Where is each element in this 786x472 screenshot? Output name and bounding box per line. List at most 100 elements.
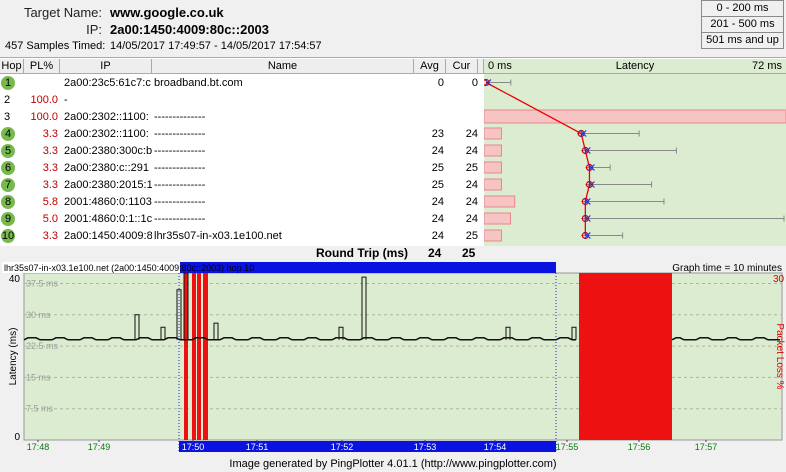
cur-cell: 24 [465,179,478,191]
table-row[interactable]: 2 100.0- [0,92,484,109]
packet-loss-cell: 3.3 [42,162,58,174]
footer: Image generated by PingPlotter 4.01.1 (h… [229,458,557,470]
latency-plot-svg [482,78,786,242]
loss-marker [203,273,208,440]
cur-cell: 25 [465,230,478,242]
col-pl[interactable]: PL% [24,59,60,74]
ip-cell: 2001:4860:0:1::1c [64,213,152,225]
avg-cell: 24 [431,196,444,208]
table-row[interactable]: 7 3.3 2a00:2380:2015:1 -------------- 25 24 [0,177,484,194]
cur-cell: 25 [465,162,478,174]
avg-cell: 0 [437,77,444,89]
packet-loss-cell: 3.3 [42,179,58,191]
packet-loss-cell: 3.3 [42,128,58,140]
loss-bar [483,212,511,225]
hop-number: 4 [1,127,15,141]
legend-label: 501 ms and up [706,34,779,46]
graph-time-label: Graph time = 10 minutes [672,263,782,274]
target-label: Target Name: [23,5,102,20]
table-row[interactable]: 9 5.0 2001:4860:0:1::1c -------------- 24 24 [0,211,484,228]
table-row[interactable]: 6 3.3 2a00:2380:c::291 -------------- 25 25 [0,160,484,177]
table-row[interactable]: 10 3.3 2a00:1450:4009:8 lhr35s07-in-x03.1e1… [0,228,484,245]
name-cell: -------------- [154,179,206,191]
name-cell: -------------- [154,196,206,208]
hop-number: 1 [1,76,15,90]
y-axis-label: Latency (ms) [8,328,19,386]
x-tick-label: 17:57 [695,442,718,452]
y2-axis-max: 30 [773,274,785,285]
cur-cell: 24 [465,128,478,140]
packet-loss-cell: 3.3 [42,230,58,242]
round-trip-row: Round Trip (ms) 24 25 [0,246,786,261]
latency-label: Latency [615,60,655,72]
hop-number: 6 [1,161,15,175]
ip-cell: - [64,94,68,106]
ip-cell: 2a00:2302::1100: [64,111,149,123]
col-avg[interactable]: Avg [414,59,446,74]
name-cell: -------------- [154,111,206,123]
legend-label: 201 - 500 ms [710,18,775,30]
x-tick-label: 17:55 [556,442,579,452]
avg-cell: 24 [431,145,444,157]
round-trip-cur: 25 [462,246,476,260]
packet-loss-cell: 100.0 [30,111,58,123]
round-trip-label: Round Trip (ms) [316,246,408,260]
avg-cell: 25 [431,179,444,191]
ip-cell: 2a00:2380:c::291 [64,162,150,174]
loss-bar [483,229,502,242]
y-axis-min: 0 [14,432,20,443]
ip-cell: 2a00:2380:300c:b [64,145,152,157]
table-row[interactable]: 5 3.3 2a00:2380:300c:b -------------- 24 24 [0,143,484,160]
loss-marker [192,273,196,440]
col-ip[interactable]: IP [60,59,152,74]
cur-cell: 24 [465,196,478,208]
avg-cell: 24 [431,230,444,242]
table-row[interactable]: 4 3.3 2a00:2302::1100: -------------- 23 24 [0,126,484,143]
name-cell: -------------- [154,162,206,174]
table-row[interactable]: 1 2a00:23c5:61c7:c broadband.bt.com 0 0 [0,75,484,92]
legend-red: 501 ms and up [701,32,784,49]
loss-bar [483,109,786,124]
cur-cell: 0 [471,77,478,89]
col-name[interactable]: Name [152,59,414,74]
ip-cell: 2a00:2302::1100: [64,128,149,140]
hop-number: 8 [1,195,15,209]
legend-label: 0 - 200 ms [716,2,769,14]
gridline-label: 7.5 ms [26,404,54,414]
loss-block [579,273,672,440]
x-tick-label: 17:52 [331,442,354,452]
loss-marker [197,273,201,440]
ip-value: 2a00:1450:4009:80c::2003 [110,22,270,37]
col-latency[interactable]: 0 ms Latency 72 ms [484,59,786,74]
hop-number: 9 [1,212,15,226]
loss-bar [483,127,502,140]
x-tick-label: 17:54 [484,442,507,452]
gridline-label: 15 ms [26,372,51,382]
ip-cell: 2001:4860:0:1103 [64,196,152,208]
hop-number: 3 [4,111,11,123]
packet-loss-cell: 100.0 [30,94,58,106]
col-cur[interactable]: Cur [446,59,478,74]
packet-loss-cell: 5.8 [42,196,58,208]
table-row[interactable]: 3 100.0 2a00:2302::1100: -------------- [0,109,484,126]
latency-plot [482,74,786,246]
avg-cell: 23 [431,128,444,140]
cur-cell: 24 [465,213,478,225]
graph-title: lhr35s07-in-x03.1e100.net (2a00:1450:400… [4,263,254,273]
hop-number: 2 [4,94,11,106]
hop-number: 10 [1,229,15,243]
hop-number: 5 [1,144,15,158]
loss-bar [483,195,516,208]
col-hop[interactable]: Hop [0,59,24,74]
avg-cell: 25 [431,162,444,174]
target-value: www.google.co.uk [110,5,224,20]
x-tick-label: 17:56 [628,442,651,452]
packet-loss-cell: 5.0 [42,213,58,225]
gridline-label: 37.5 ms [26,278,59,288]
x-tick-label: 17:53 [414,442,437,452]
x-tick-label: 17:48 [27,442,50,452]
hop-number: 7 [1,178,15,192]
table-row[interactable]: 8 5.8 2001:4860:0:1103 -------------- 24 24 [0,194,484,211]
avg-cell: 24 [431,213,444,225]
ip-cell: 2a00:23c5:61c7:c [64,77,151,89]
